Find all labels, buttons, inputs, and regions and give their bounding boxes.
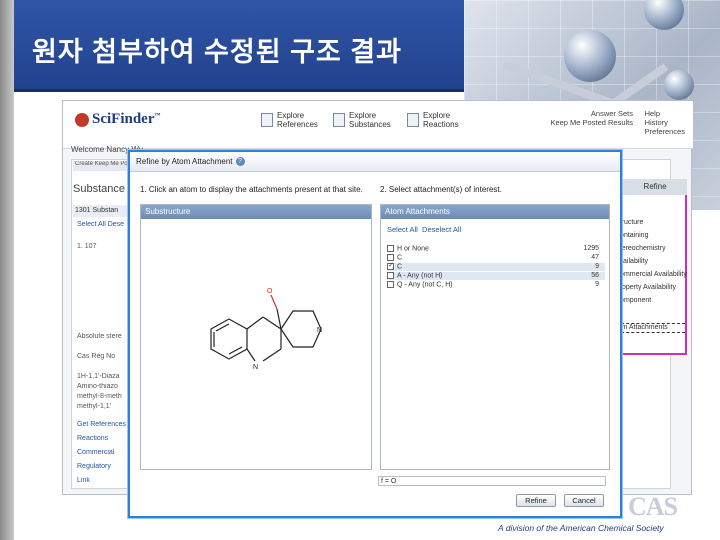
piperidine-ring — [280, 310, 322, 348]
result-text-line: methyl-8-meth — [77, 393, 122, 400]
nitrogen-atom-label[interactable]: N — [253, 364, 258, 371]
attachment-count: 1295 — [583, 245, 599, 252]
selection-status-field: f = O — [378, 476, 606, 486]
benzene-ring — [210, 318, 248, 360]
refine-by-atom-attachment-dialog: Refine by Atom Attachment? 1. Click an a… — [128, 150, 622, 518]
answer-sets-links[interactable]: Answer Sets Keep Me Posted Results — [550, 109, 633, 127]
substructure-header: Substructure — [141, 205, 371, 219]
slide: 원자 첨부하여 수정된 구조 결과 SciFinder™ Explore Ref… — [0, 0, 720, 540]
substructure-drawing[interactable]: N N O — [141, 219, 371, 469]
bond — [262, 348, 282, 362]
bond — [246, 348, 256, 362]
cancel-button[interactable]: Cancel — [564, 494, 604, 507]
attachment-count: 9 — [595, 281, 599, 288]
attachment-row[interactable]: C 47 — [387, 254, 605, 262]
help-history-links[interactable]: Help History Preferences — [645, 109, 685, 136]
reaction-icon — [407, 113, 419, 127]
bond — [246, 316, 264, 330]
atom-attachments-pane: Atom Attachments Select All Deselect All… — [380, 204, 610, 470]
attachment-checkbox[interactable] — [387, 245, 394, 252]
attachment-checkbox-checked[interactable] — [387, 261, 394, 270]
trademark: ™ — [154, 113, 161, 119]
get-references-link[interactable]: Get References — [77, 421, 131, 428]
result-text-line: Absolute stere — [77, 333, 122, 340]
attachment-row[interactable]: A - Any (not H) 56 — [387, 272, 605, 280]
atom-ball — [664, 70, 694, 100]
explore-reactions-label: Explore Reactions — [423, 111, 459, 129]
result-text-line: Amino-thiazo — [77, 383, 118, 390]
refine-option[interactable]: Stereochemistry — [615, 245, 666, 252]
keep-me-posted-tab[interactable]: Create Keep Me Post — [73, 161, 133, 171]
attachment-bond — [270, 294, 278, 310]
result-text-line: Cas Reg No — [77, 353, 116, 360]
link-link[interactable]: Link — [77, 477, 131, 484]
cas-logo-icon — [75, 112, 89, 127]
attachment-label: C — [397, 263, 403, 271]
attachment-count: 47 — [591, 254, 599, 261]
slide-title: 원자 첨부하여 수정된 구조 결과 — [32, 37, 402, 67]
result-text-line: 1H-1,1'-Diaza — [77, 373, 120, 380]
nitrogen-atom-label[interactable]: N — [317, 327, 322, 334]
reactions-link[interactable]: Reactions — [77, 435, 131, 442]
footer-text: A division of the American Chemical Soci… — [498, 523, 664, 533]
step-two-instruction: 2. Select attachment(s) of interest. — [380, 185, 502, 194]
atom-attachments-header: Atom Attachments — [381, 205, 609, 219]
cas-logo: CAS — [628, 492, 678, 521]
attachment-count: 9 — [595, 263, 599, 270]
refine-tab[interactable]: Refine — [623, 179, 687, 195]
atom-attachments-option-selected[interactable]: Atom Attachments — [611, 323, 685, 333]
refine-option[interactable]: Commercial Availability — [615, 271, 687, 278]
dialog-title: Refine by Atom Attachment? — [136, 157, 245, 167]
attachment-label: H or None — [397, 245, 429, 253]
attachment-checkbox[interactable] — [387, 281, 394, 288]
attachment-checkbox[interactable] — [387, 272, 394, 279]
select-all-link[interactable]: Select All — [387, 225, 418, 234]
refine-button[interactable]: Refine — [516, 494, 556, 507]
dialog-title-text: Refine by Atom Attachment — [136, 157, 233, 166]
step-one-instruction: 1. Click an atom to display the attachme… — [140, 185, 363, 194]
attachment-checkbox[interactable] — [387, 254, 394, 261]
bond — [276, 308, 282, 330]
substance-heading: Substance — [73, 183, 125, 195]
explore-substances-label: Explore Substances — [349, 111, 391, 129]
help-icon[interactable]: ? — [235, 157, 245, 167]
explore-references-label: Explore References — [277, 111, 318, 129]
document-icon — [261, 113, 273, 127]
select-links: Select All Deselect All — [387, 225, 461, 234]
substructure-pane[interactable]: Substructure N N O — [140, 204, 372, 470]
scifinder-logo-text: SciFinder — [92, 111, 155, 127]
regulatory-link[interactable]: Regulatory — [77, 463, 131, 470]
bond — [262, 316, 282, 330]
scifinder-header: SciFinder™ Explore References Explore Su… — [63, 101, 693, 149]
result-item-number[interactable]: 1. 107 — [77, 243, 131, 250]
attachment-count: 56 — [591, 272, 599, 279]
dialog-titlebar: Refine by Atom Attachment? — [130, 152, 620, 172]
scifinder-logo: SciFinder™ — [75, 111, 165, 133]
attachment-row[interactable]: Q - Any (not C, H) 9 — [387, 281, 605, 289]
selected-atom-label[interactable]: O — [267, 288, 273, 295]
atom-ball — [564, 30, 616, 82]
attachment-label: A - Any (not H) — [397, 272, 443, 280]
result-count: 1301 Substan — [73, 205, 133, 217]
attachment-row[interactable]: C9 — [387, 261, 605, 271]
deselect-all-link[interactable]: Deselect All — [422, 225, 461, 234]
attachment-label: Q - Any (not C, H) — [397, 281, 453, 289]
attachment-row[interactable]: H or None 1295 — [387, 245, 605, 253]
select-all-link[interactable]: Select All Dese — [77, 221, 131, 228]
commercial-link[interactable]: Commercial — [77, 449, 131, 456]
left-decorative-strip — [0, 0, 14, 540]
refine-option[interactable]: Property Availability — [615, 284, 676, 291]
result-text-line: methyl-1,1' — [77, 403, 112, 410]
attachment-label: C — [397, 254, 403, 262]
flask-icon — [333, 113, 345, 127]
